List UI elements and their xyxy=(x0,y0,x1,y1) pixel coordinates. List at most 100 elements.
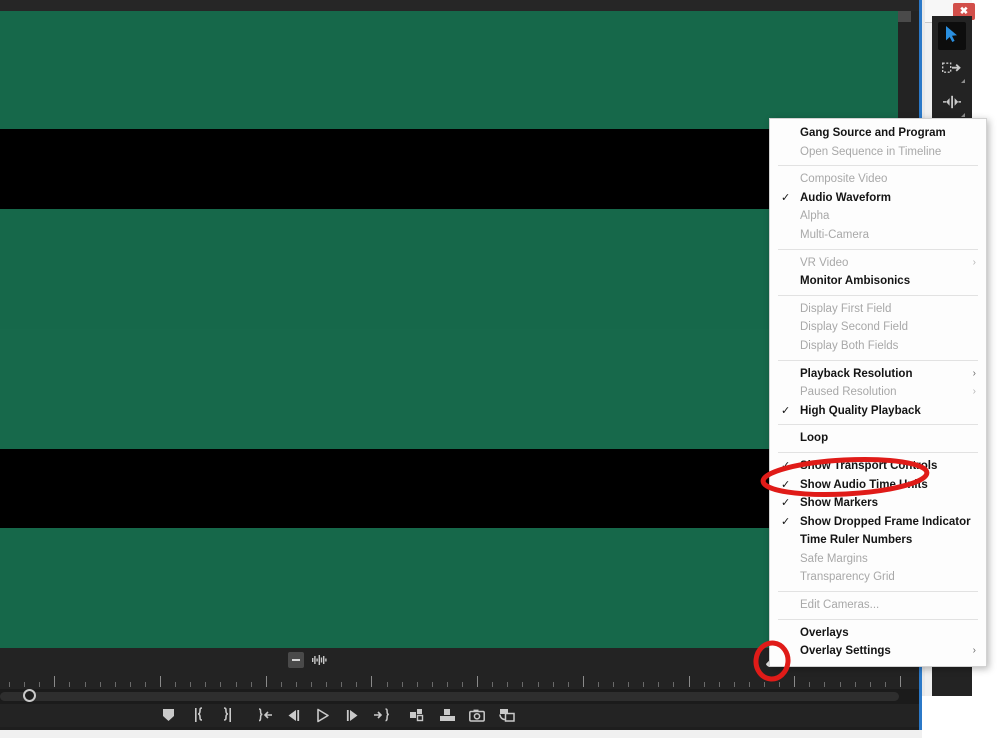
ruler-tick-minor xyxy=(190,682,192,687)
ripple-edit-tool[interactable] xyxy=(938,90,966,118)
menu-item-label: Multi-Camera xyxy=(800,228,870,241)
extract-button[interactable] xyxy=(436,704,458,726)
menu-item-overlays[interactable]: Overlays xyxy=(770,624,986,643)
ruler-tick-minor xyxy=(809,682,811,687)
ruler-tick-minor xyxy=(703,682,705,687)
menu-item-safe-margins: Safe Margins xyxy=(770,550,986,569)
menu-item-high-quality-playback[interactable]: ✓ High Quality Playback xyxy=(770,402,986,421)
ruler-tick-minor xyxy=(9,682,10,687)
mark-in-button[interactable] xyxy=(188,704,210,726)
video-colour-band xyxy=(0,528,898,648)
step-forward-button[interactable] xyxy=(341,704,363,726)
menu-separator xyxy=(778,618,978,620)
camera-icon xyxy=(469,709,485,722)
menu-item-label: Loop xyxy=(800,432,829,445)
ruler-tick-minor xyxy=(280,682,282,687)
go-to-out-button[interactable] xyxy=(370,704,392,726)
menu-separator xyxy=(778,248,978,250)
menu-item-label: High Quality Playback xyxy=(800,404,921,417)
menu-item-label: Display Second Field xyxy=(800,321,909,334)
ruler-tick-minor xyxy=(69,682,71,687)
menu-item-audio-waveform[interactable]: ✓ Audio Waveform xyxy=(770,189,986,208)
video-frame[interactable] xyxy=(0,11,898,648)
menu-item-label: Open Sequence in Timeline xyxy=(800,145,942,158)
audio-waveform-button[interactable] xyxy=(311,652,327,668)
ruler-tick-minor xyxy=(854,682,856,687)
menu-item-gang-source-and-program[interactable]: Gang Source and Program xyxy=(770,124,986,143)
menu-item-loop[interactable]: Loop xyxy=(770,429,986,448)
tool-flyout-indicator xyxy=(961,79,965,83)
menu-item-show-dropped-frame-indicator[interactable]: ✓ Show Dropped Frame Indicator xyxy=(770,513,986,532)
selection-tool[interactable] xyxy=(938,22,966,50)
playhead-handle[interactable] xyxy=(23,689,36,702)
ruler-tick-minor xyxy=(733,682,735,687)
menu-item-label: Time Ruler Numbers xyxy=(800,534,913,547)
go-to-in-button[interactable] xyxy=(253,704,275,726)
checkmark-icon: ✓ xyxy=(781,478,791,491)
ruler-tick-minor xyxy=(250,682,252,687)
ruler-tick-minor xyxy=(114,682,116,687)
timeline-strip-header xyxy=(898,11,911,22)
mark-in-icon xyxy=(193,707,206,723)
menu-item-label: Overlay Settings xyxy=(800,645,891,658)
ruler-tick-minor xyxy=(643,682,645,687)
ruler-tick-minor xyxy=(416,682,418,687)
arrow-cursor-icon xyxy=(944,25,960,48)
ruler-tick-major xyxy=(582,676,584,687)
menu-item-open-sequence-in-timeline: Open Sequence in Timeline xyxy=(770,143,986,162)
ruler-tick-minor xyxy=(220,682,222,687)
menu-item-paused-resolution: Paused Resolution › xyxy=(770,383,986,402)
menu-item-show-audio-time-units[interactable]: ✓ Show Audio Time Units xyxy=(770,476,986,495)
submenu-arrow-icon: › xyxy=(972,645,976,657)
ruler-tick-major xyxy=(265,676,267,687)
zoom-level-icon xyxy=(292,659,300,661)
add-marker-button[interactable] xyxy=(157,704,179,726)
ruler-tick-minor xyxy=(613,682,614,687)
comparison-view-button[interactable] xyxy=(496,704,518,726)
menu-item-time-ruler-numbers[interactable]: Time Ruler Numbers xyxy=(770,531,986,550)
ruler-tick-major xyxy=(371,676,373,687)
menu-item-label: Safe Margins xyxy=(800,552,868,565)
step-back-button[interactable] xyxy=(282,704,304,726)
ruler-tick-minor xyxy=(24,682,26,687)
step-back-icon xyxy=(286,709,301,722)
time-ruler[interactable] xyxy=(0,671,919,689)
ruler-tick-minor xyxy=(326,682,328,687)
menu-item-alpha: Alpha xyxy=(770,207,986,226)
menu-item-playback-resolution[interactable]: Playback Resolution › xyxy=(770,365,986,384)
track-select-forward-tool[interactable] xyxy=(938,56,966,84)
menu-item-label: Gang Source and Program xyxy=(800,127,946,139)
checkmark-icon: ✓ xyxy=(781,191,791,204)
ruler-tick-minor xyxy=(718,682,720,687)
menu-item-show-markers[interactable]: ✓ Show Markers xyxy=(770,494,986,513)
menu-item-monitor-ambisonics[interactable]: Monitor Ambisonics xyxy=(770,272,986,291)
checkmark-icon: ✓ xyxy=(781,497,791,510)
ruler-tick-major xyxy=(794,676,796,687)
ruler-tick-minor xyxy=(522,682,524,687)
zoom-level-button[interactable] xyxy=(288,652,304,668)
export-frame-button[interactable] xyxy=(466,704,488,726)
ruler-tick-minor xyxy=(779,682,781,687)
play-stop-button[interactable] xyxy=(311,704,333,726)
zoom-scrollbar[interactable] xyxy=(0,692,899,701)
menu-item-label: Edit Cameras... xyxy=(800,599,880,612)
submenu-arrow-icon: › xyxy=(972,256,976,268)
ruler-tick-minor xyxy=(386,682,388,687)
menu-item-overlay-settings[interactable]: Overlay Settings › xyxy=(770,642,986,661)
mark-out-icon xyxy=(220,707,233,723)
menu-item-label: Alpha xyxy=(800,210,830,223)
ruler-tick-major xyxy=(688,676,690,687)
menu-item-show-transport-controls[interactable]: ✓ Show Transport Controls xyxy=(770,457,986,476)
ruler-tick-minor xyxy=(462,682,463,687)
ruler-tick-minor xyxy=(235,682,237,687)
video-colour-band xyxy=(0,209,898,329)
lift-icon xyxy=(409,708,426,722)
ruler-tick-minor xyxy=(401,682,403,687)
video-colour-band xyxy=(0,11,898,129)
lift-button[interactable] xyxy=(406,704,428,726)
mark-out-button[interactable] xyxy=(215,704,237,726)
program-monitor-settings-menu[interactable]: Gang Source and Program Open Sequence in … xyxy=(769,118,987,667)
ruler-tick-minor xyxy=(748,682,750,687)
monitor-tab-bar xyxy=(0,0,919,11)
menu-item-display-second-field: Display Second Field xyxy=(770,318,986,337)
